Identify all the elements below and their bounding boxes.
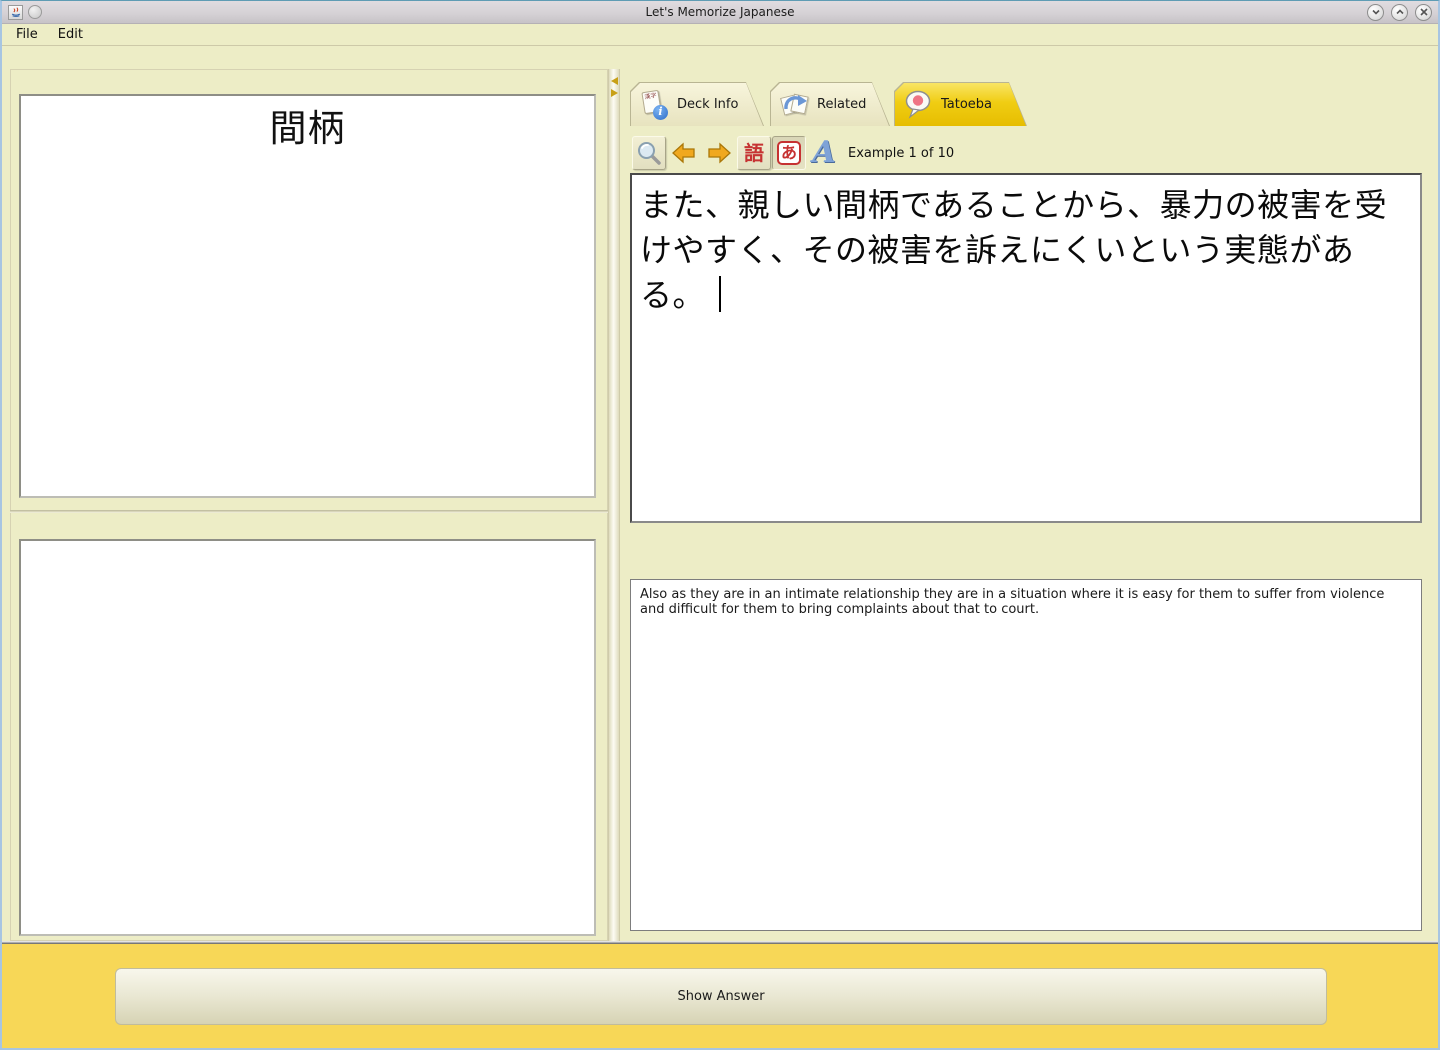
word-mode-glyph: 語 xyxy=(744,141,764,165)
java-cup-icon xyxy=(11,7,20,18)
flashcard-front: 間柄 xyxy=(19,94,596,498)
kana-mode-button[interactable]: あ xyxy=(772,136,806,170)
chevron-up-icon xyxy=(1395,9,1404,15)
tab-deck-info-label: Deck Info xyxy=(677,97,739,112)
flashcard-divider xyxy=(10,510,608,513)
window-controls xyxy=(1367,3,1432,21)
tab-tatoeba[interactable]: Tatoeba xyxy=(894,82,1027,126)
close-icon xyxy=(1419,8,1428,16)
previous-example-button[interactable] xyxy=(667,136,701,170)
menu-edit[interactable]: Edit xyxy=(58,27,83,42)
font-glyph: A xyxy=(812,135,836,170)
close-button[interactable] xyxy=(1415,3,1432,21)
kana-mode-glyph: あ xyxy=(777,141,801,165)
tab-tatoeba-label: Tatoeba xyxy=(941,97,993,112)
font-button[interactable]: A xyxy=(807,136,841,170)
japanese-example-textarea[interactable]: また、親しい間柄であることから、暴力の被害を受けやすく、その被害を訴えにくいとい… xyxy=(630,173,1422,523)
japanese-example-text: また、親しい間柄であることから、暴力の被害を受けやすく、その被害を訴えにくいとい… xyxy=(640,186,1388,314)
arrow-right-icon xyxy=(708,142,731,164)
search-button[interactable] xyxy=(632,136,666,170)
example-toolbar: 語 あ A Example 1 of 10 xyxy=(632,135,954,171)
next-example-button[interactable] xyxy=(702,136,736,170)
example-counter: Example 1 of 10 xyxy=(848,145,955,161)
menu-file[interactable]: File xyxy=(16,27,38,42)
window-title: Let's Memorize Japanese xyxy=(645,5,795,19)
collapse-right-icon[interactable] xyxy=(611,89,618,97)
english-translation-text: Also as they are in an intimate relation… xyxy=(640,587,1385,617)
tab-related[interactable]: Related xyxy=(770,82,890,126)
info-badge-icon: i xyxy=(653,105,668,120)
tab-deck-info[interactable]: 漢字 i Deck Info xyxy=(630,82,764,126)
flashcard-front-text: 間柄 xyxy=(269,107,346,150)
footer-bar: Show Answer xyxy=(2,944,1438,1048)
pane-splitter[interactable] xyxy=(608,69,620,941)
word-mode-button[interactable]: 語 xyxy=(737,136,771,170)
tab-related-label: Related xyxy=(817,97,867,112)
flashcard-back xyxy=(19,539,596,936)
chevron-down-icon xyxy=(1371,9,1380,15)
text-caret xyxy=(719,276,722,312)
maximize-button[interactable] xyxy=(1391,3,1408,21)
show-answer-button[interactable]: Show Answer xyxy=(115,968,1327,1025)
java-app-icon[interactable] xyxy=(8,4,23,20)
kanji-card-info-icon: 漢字 i xyxy=(641,90,669,120)
related-papers-arrow-icon xyxy=(781,90,809,120)
collapse-left-icon[interactable] xyxy=(611,77,618,85)
arrow-left-icon xyxy=(672,142,695,164)
english-translation-textarea[interactable]: Also as they are in an intimate relation… xyxy=(630,579,1422,931)
curved-arrow-icon xyxy=(781,90,809,116)
speech-bubble-icon xyxy=(905,90,933,120)
menubar: File Edit xyxy=(2,24,1438,46)
minimize-button[interactable] xyxy=(1367,3,1384,21)
app-window: Let's Memorize Japanese File Edit 間柄 漢字 … xyxy=(0,0,1440,1050)
titlebar: Let's Memorize Japanese xyxy=(2,1,1438,24)
search-icon xyxy=(638,142,661,165)
titlebar-round-button[interactable] xyxy=(28,5,42,19)
